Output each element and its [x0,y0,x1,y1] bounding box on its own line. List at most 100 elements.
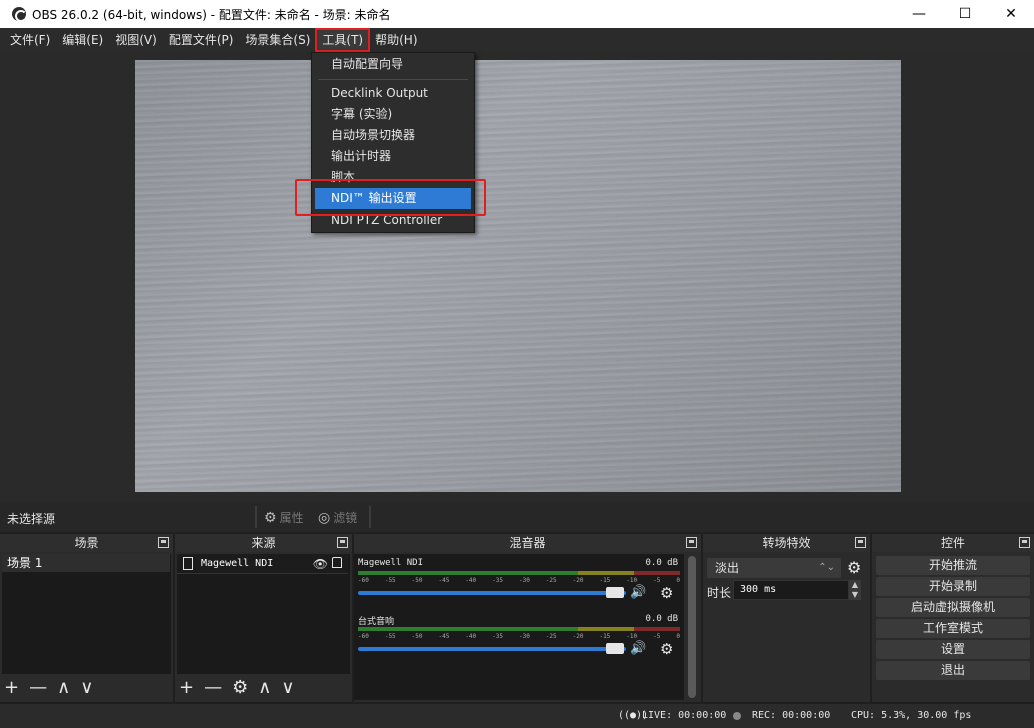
menu-item-output-timer[interactable]: 输出计时器 [313,146,473,167]
window-title: OBS 26.0.2 (64-bit, windows) - 配置文件: 未命名… [32,7,391,22]
transitions-dock-title: 转场特效 [762,536,811,550]
undock-icon[interactable] [855,537,866,548]
sources-dock-header: 来源 [175,534,352,552]
menu-edit[interactable]: 编辑(E) [56,29,109,51]
window-controls: — ☐ ✕ [896,0,1034,28]
scenes-toolbar: + — ∧ ∨ [4,677,93,698]
mixer-dock-header: 混音器 [354,534,701,552]
studio-mode-button[interactable]: 工作室模式 [876,619,1030,638]
volume-slider[interactable] [358,647,626,651]
scene-item[interactable]: 场景 1 [2,554,170,572]
scenes-list: 场景 1 [2,554,171,674]
obs-logo-icon [12,7,27,22]
minimize-button[interactable]: — [896,0,942,28]
mixer-scrollbar[interactable] [688,556,696,698]
sources-dock: 来源 Magewell NDI 👁 + — ⚙ ∧ ∨ [175,534,352,702]
transitions-dock: 转场特效 淡出 ⌃⌄ ⚙ 时长 300 ms ▲ ▼ [703,534,870,702]
move-down-icon[interactable]: ∨ [281,677,294,698]
transitions-dock-header: 转场特效 [703,534,870,552]
menu-file[interactable]: 文件(F) [4,29,56,51]
channel-name: 台式音响 [358,617,395,627]
settings-button[interactable]: 设置 [876,640,1030,659]
remove-icon[interactable]: — [29,677,47,698]
undock-icon[interactable] [686,537,697,548]
eye-icon[interactable]: 👁 [313,555,328,574]
menu-profile[interactable]: 配置文件(P) [163,29,240,51]
sources-toolbar: + — ⚙ ∧ ∨ [179,677,295,698]
transition-select[interactable]: 淡出 ⌃⌄ [707,558,841,578]
lock-icon[interactable] [332,557,342,568]
toolbar-divider [369,506,371,528]
rec-timer: REC: 00:00:00 [752,710,831,721]
menu-scene-collection[interactable]: 场景集合(S) [239,29,316,51]
mixer-channel: Magewell NDI 0.0 dB -60 -55 -50 -45 -40 -35 -3… [354,558,684,614]
undock-icon[interactable] [158,537,169,548]
gear-icon[interactable]: ⚙ [232,677,248,698]
move-down-icon[interactable]: ∨ [80,677,93,698]
volume-slider[interactable] [358,591,626,595]
volume-meter [358,571,680,575]
move-up-icon[interactable]: ∧ [258,677,271,698]
file-icon [183,557,193,570]
title-bar: OBS 26.0.2 (64-bit, windows) - 配置文件: 未命名… [0,0,1034,28]
gear-icon[interactable]: ⚙ [847,558,861,577]
add-icon[interactable]: + [4,677,19,698]
status-bar: ((●)) LIVE: 00:00:00 REC: 00:00:00 CPU: … [0,704,1034,728]
scenes-dock-title: 场景 [74,536,99,550]
remove-icon[interactable]: — [204,677,222,698]
gear-icon[interactable]: ⚙ [660,640,673,658]
sources-list: Magewell NDI 👁 [177,554,350,674]
mixer-body: Magewell NDI 0.0 dB -60 -55 -50 -45 -40 -35 -3… [354,554,684,700]
menu-item-decklink-output[interactable]: Decklink Output [313,83,473,104]
menu-item-captions[interactable]: 字幕 (实验) [313,104,473,125]
mixer-channel: 台式音响 0.0 dB -60 -55 -50 -45 -40 -35 -30 -25 -20-… [354,614,684,670]
menu-bar: 文件(F) 编辑(E) 视图(V) 配置文件(P) 场景集合(S) 工具(T) … [0,28,1034,52]
start-virtual-camera-button[interactable]: 启动虚拟摄像机 [876,598,1030,617]
volume-slider-handle[interactable] [606,643,624,654]
live-timer: LIVE: 00:00:00 [642,710,727,721]
no-source-selected-label: 未选择源 [7,512,56,526]
menu-help[interactable]: 帮助(H) [369,29,423,51]
filter-icon: ◎ [318,509,331,526]
source-toolbar: 未选择源 ⚙ 属性 ◎ 滤镜 [0,502,1034,532]
volume-slider-handle[interactable] [606,587,624,598]
preview-area [0,52,1034,502]
move-up-icon[interactable]: ∧ [57,677,70,698]
controls-dock: 控件 开始推流 开始录制 启动虚拟摄像机 工作室模式 设置 退出 [872,534,1034,702]
properties-label: 属性 [279,511,304,525]
duration-label: 时长 [707,586,732,600]
channel-db: 0.0 dB [645,614,678,624]
menu-item-scene-switcher[interactable]: 自动场景切换器 [313,125,473,146]
properties-button[interactable]: ⚙ 属性 [264,509,304,526]
menu-item-auto-config[interactable]: 自动配置向导 [313,54,473,75]
maximize-button[interactable]: ☐ [942,0,988,28]
duration-input[interactable]: 300 ms [733,580,849,600]
preview-canvas[interactable] [135,60,901,492]
close-button[interactable]: ✕ [988,0,1034,28]
meter-scale: -60 -55 -50 -45 -40 -35 -30 -25 -20 -15 -10 -5 0 [358,633,680,640]
undock-icon[interactable] [1019,537,1030,548]
undock-icon[interactable] [337,537,348,548]
mixer-dock: 混音器 Magewell NDI 0.0 dB -60 -55 -50 -45 -40-… [354,534,701,702]
gear-icon[interactable]: ⚙ [660,584,673,602]
start-streaming-button[interactable]: 开始推流 [876,556,1030,575]
menu-tools[interactable]: 工具(T) [315,28,371,52]
sources-dock-title: 来源 [251,536,276,550]
cpu-fps: CPU: 5.3%, 30.00 fps [851,710,972,721]
add-icon[interactable]: + [179,677,194,698]
exit-button[interactable]: 退出 [876,661,1030,680]
gear-icon: ⚙ [264,509,277,526]
start-recording-button[interactable]: 开始录制 [876,577,1030,596]
duration-stepper[interactable]: ▲ ▼ [849,580,861,600]
menu-separator [318,79,468,80]
menu-view[interactable]: 视图(V) [109,29,163,51]
volume-meter [358,627,680,631]
source-item[interactable]: Magewell NDI 👁 [177,554,348,574]
speaker-icon[interactable]: 🔊 [630,585,646,600]
speaker-icon[interactable]: 🔊 [630,641,646,656]
controls-dock-header: 控件 [872,534,1034,552]
channel-db: 0.0 dB [645,558,678,568]
source-name: Magewell NDI [201,558,274,569]
chevron-updown-icon: ⌃⌄ [818,562,835,573]
filters-button[interactable]: ◎ 滤镜 [318,509,357,526]
